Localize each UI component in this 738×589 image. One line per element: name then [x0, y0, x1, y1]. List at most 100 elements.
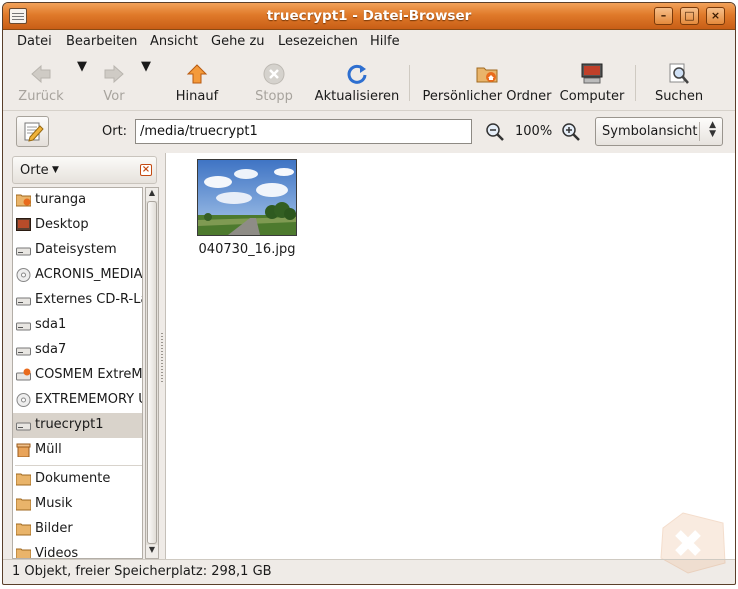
forward-history-dropdown[interactable]: ▼ — [141, 59, 151, 107]
desktop-icon — [16, 218, 31, 232]
sidebar-item-m-ll[interactable]: Müll — [13, 438, 142, 463]
view-mode-divider — [699, 122, 700, 141]
menu-bar: Datei Bearbeiten Ansicht Gehe zu Lesezei… — [3, 30, 735, 54]
cdrom-icon — [16, 268, 31, 282]
sidebar-bookmark-bilder[interactable]: Bilder — [13, 517, 142, 542]
up-label: Hinauf — [175, 89, 219, 104]
menu-bearbeiten[interactable]: Bearbeiten — [66, 34, 137, 49]
stop-label: Stopp — [255, 89, 293, 104]
stop-icon — [263, 63, 285, 85]
file-name: 040730_16.jpg — [198, 242, 296, 257]
menu-lesezeichen[interactable]: Lesezeichen — [278, 34, 358, 49]
sidebar-item-sda7[interactable]: sda7 — [13, 338, 142, 363]
sidebar-item-dateisystem[interactable]: Dateisystem — [13, 238, 142, 263]
title-bar[interactable]: truecrypt1 - Datei-Browser – □ × — [3, 3, 735, 30]
sidebar-item-label: Desktop — [35, 217, 89, 232]
location-bar: Ort: 100% Symbolansicht ▲▼ — [3, 112, 735, 152]
search-label: Suchen — [654, 89, 704, 104]
sidebar-bookmark-dokumente[interactable]: Dokumente — [13, 467, 142, 492]
folder-icon — [15, 497, 32, 511]
sidebar-item-label: Videos — [35, 546, 79, 559]
back-button[interactable]: Zurück — [11, 59, 71, 107]
sidebar-header[interactable]: Orte ▼ × — [12, 156, 157, 184]
search-button[interactable]: Suchen — [649, 59, 709, 107]
reload-icon — [347, 64, 367, 84]
sidebar-item-label: turanga — [35, 192, 87, 207]
location-path-input[interactable] — [135, 119, 472, 144]
scroll-up-arrow-icon[interactable]: ▲ — [146, 188, 158, 201]
view-mode-select[interactable]: Symbolansicht ▲ ▼ — [595, 117, 723, 146]
computer-button[interactable]: Computer — [558, 59, 626, 107]
toolbar-separator — [635, 65, 636, 101]
sidebar-item-label: EXTREMEMORY U — [35, 392, 143, 407]
close-sidebar-icon[interactable]: × — [140, 164, 152, 176]
back-arrow-icon — [31, 64, 51, 84]
status-text: 1 Objekt, freier Speicherplatz: 298,1 GB — [12, 564, 272, 579]
sidebar-item-desktop[interactable]: Desktop — [13, 213, 142, 238]
back-history-dropdown[interactable]: ▼ — [77, 59, 87, 107]
sidebar-item-label: Dateisystem — [35, 242, 117, 257]
sidebar-item-label: ACRONIS_MEDIA — [35, 267, 143, 282]
sidebar-item-turanga[interactable]: turanga — [13, 188, 142, 213]
toolbar-separator — [409, 65, 410, 101]
sidebar-item-label: sda7 — [35, 342, 67, 357]
sidebar-item-label: sda1 — [35, 317, 67, 332]
close-button[interactable]: × — [706, 7, 725, 25]
sidebar-item-extrememory-u[interactable]: EXTREMEMORY U — [13, 388, 143, 413]
drive-icon — [16, 293, 31, 307]
home-folder-icon — [15, 193, 32, 207]
menu-hilfe[interactable]: Hilfe — [370, 34, 400, 49]
scrollbar-thumb[interactable] — [147, 201, 157, 544]
zoom-in-icon[interactable] — [561, 122, 581, 142]
sidebar-item-label: truecrypt1 — [35, 417, 104, 432]
menu-ansicht[interactable]: Ansicht — [150, 34, 198, 49]
drive-icon — [16, 318, 31, 332]
sidebar-title: Orte — [20, 163, 49, 178]
sidebar-bookmark-musik[interactable]: Musik — [13, 492, 142, 517]
search-icon — [669, 63, 689, 84]
up-arrow-icon — [186, 64, 208, 84]
toggle-location-edit-button[interactable] — [16, 116, 49, 147]
sidebar-item-label: Müll — [35, 442, 62, 457]
sidebar-item-truecrypt1[interactable]: truecrypt1 — [13, 413, 142, 438]
sidebar-item-label: Musik — [35, 496, 73, 511]
back-label: Zurück — [18, 89, 64, 104]
scroll-down-arrow-icon[interactable]: ▼ — [146, 545, 158, 558]
zoom-level[interactable]: 100% — [515, 124, 552, 139]
toolbar: Zurück ▼ Vor ▼ Hinauf Stopp Aktualisiere… — [3, 55, 735, 111]
cdrom-icon — [16, 393, 31, 407]
image-thumbnail — [197, 159, 297, 236]
stop-button[interactable]: Stopp — [247, 59, 301, 107]
minimize-button[interactable]: – — [654, 7, 673, 25]
sidebar: Orte ▼ × turanga Desktop Dateisystem ACRONI… — [9, 153, 161, 559]
sidebar-item-externes-cd-r-la[interactable]: Externes CD-R-La — [13, 288, 142, 313]
menu-datei[interactable]: Datei — [17, 34, 52, 49]
home-button[interactable]: Persönlicher Ordner — [417, 59, 557, 107]
file-item[interactable]: 040730_16.jpg — [197, 159, 298, 259]
sidebar-bookmark-videos[interactable]: Videos — [13, 542, 142, 559]
forward-label: Vor — [103, 89, 125, 104]
sidebar-separator — [15, 465, 142, 466]
status-bar: 1 Objekt, freier Speicherplatz: 298,1 GB — [3, 559, 735, 584]
up-button[interactable]: Hinauf — [168, 59, 226, 107]
folder-icon — [15, 547, 32, 558]
maximize-button[interactable]: □ — [680, 7, 699, 25]
folder-icon — [15, 522, 32, 536]
sidebar-item-cosmem-extremi[interactable]: COSMEM ExtreMI — [13, 363, 142, 388]
zoom-out-icon[interactable] — [485, 122, 505, 142]
computer-label: Computer — [559, 89, 625, 104]
home-label: Persönlicher Ordner — [422, 89, 552, 104]
sidebar-item-acronis-media[interactable]: ACRONIS_MEDIA — [13, 263, 143, 288]
sidebar-item-sda1[interactable]: sda1 — [13, 313, 142, 338]
sidebar-item-label: Bilder — [35, 521, 73, 536]
updown-arrows-icon: ▲ ▼ — [709, 120, 716, 139]
sidebar-scrollbar[interactable]: ▲ ▼ — [145, 187, 159, 559]
forward-button[interactable]: Vor — [89, 59, 139, 107]
places-list: turanga Desktop Dateisystem ACRONIS_MEDIA Ex… — [12, 187, 143, 559]
file-view[interactable]: 040730_16.jpg — [165, 153, 735, 559]
window-title: truecrypt1 - Datei-Browser — [266, 8, 472, 24]
menu-gehe-zu[interactable]: Gehe zu — [211, 34, 265, 49]
reload-label: Aktualisieren — [314, 89, 400, 104]
reload-button[interactable]: Aktualisieren — [311, 59, 403, 107]
trash-icon — [16, 443, 31, 458]
